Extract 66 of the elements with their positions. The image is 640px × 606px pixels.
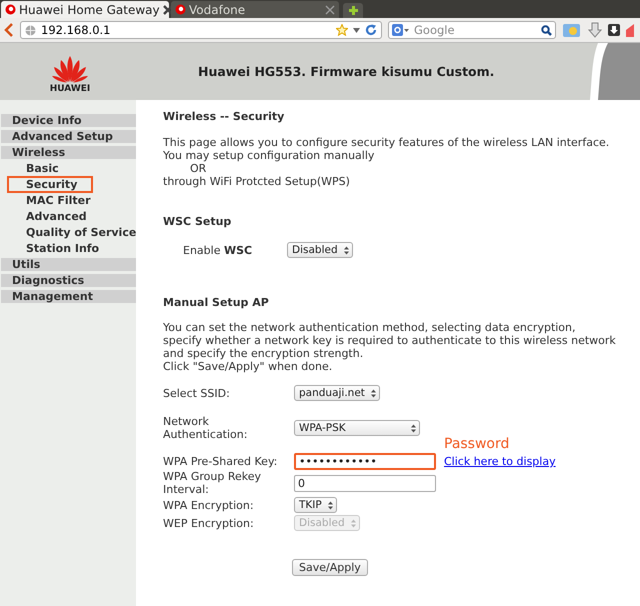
search-engine-icon[interactable]: [392, 24, 410, 36]
browser-tab[interactable]: Vodafone: [171, 1, 339, 18]
search-field[interactable]: Google: [388, 21, 556, 39]
reload-icon[interactable]: [365, 24, 377, 36]
field-label: Select SSID:: [163, 386, 231, 400]
description-text: specify whether a network key is required to authenticate to this wireless network: [163, 334, 617, 347]
star-icon[interactable]: [336, 24, 348, 36]
field-label: WPA Encryption:: [163, 498, 255, 512]
intro-text: through WiFi Protcted Setup(WPS): [163, 175, 351, 188]
updown-arrows-icon: [350, 518, 356, 528]
sidebar-item[interactable]: Utils: [1, 258, 136, 271]
sidebar-subitem[interactable]: Station Info: [7, 240, 104, 257]
page-header-title: Huawei HG553. Firmware kisumu Custom.: [197, 64, 496, 79]
dropdown[interactable]: TKIP: [294, 497, 337, 513]
dropdown[interactable]: Disabled: [287, 242, 353, 258]
browser-tab[interactable]: Huawei Home Gateway: [1, 1, 169, 18]
section-title: Manual Setup AP: [163, 296, 270, 310]
field-label: WPA Group Rekey Interval:: [163, 470, 262, 496]
address-bar[interactable]: 192.168.0.1: [20, 21, 382, 39]
dropdown[interactable]: WPA-PSK: [294, 420, 420, 436]
sidebar-subitem[interactable]: MAC Filter: [7, 192, 95, 209]
field-label: Enable WSC: [183, 244, 254, 256]
description-text: Click "Save/Apply" when done.: [163, 360, 334, 373]
intro-text: You may setup configuration manually: [163, 149, 376, 162]
sidebar-item[interactable]: Management: [1, 290, 136, 303]
updown-arrows-icon: [370, 388, 376, 398]
intro-text: OR: [189, 162, 208, 175]
sidebar-item[interactable]: Wireless: [1, 146, 136, 159]
plus-icon: [348, 5, 358, 16]
field-label: Network Authentication:: [163, 415, 248, 441]
new-tab-button[interactable]: [343, 3, 363, 18]
updown-arrows-icon: [344, 246, 349, 254]
description-text: You can set the network authentication method, selecting data encryption,: [163, 321, 577, 334]
download-icon[interactable]: [608, 24, 620, 36]
save-apply-button[interactable]: Save/Apply: [292, 559, 368, 576]
back-icon[interactable]: [4, 23, 14, 37]
display-link[interactable]: Click here to display: [444, 455, 556, 468]
annotation-text: Password: [444, 436, 510, 452]
field-label: WEP Encryption:: [163, 516, 255, 530]
field-label: WPA Pre-Shared Key:: [163, 455, 278, 468]
sidebar-item[interactable]: Advanced Setup: [1, 130, 136, 143]
sidebar-item[interactable]: Diagnostics: [1, 274, 136, 287]
sidebar-subitem[interactable]: Advanced: [7, 208, 91, 225]
address-text: 192.168.0.1: [41, 23, 112, 37]
search-icon[interactable]: [541, 24, 552, 36]
page-title: Wireless -- Security: [163, 110, 286, 124]
password-field[interactable]: ••••••••••••: [294, 453, 436, 470]
input-field[interactable]: 0: [294, 474, 436, 492]
close-icon[interactable]: [162, 4, 173, 14]
sidebar-subitem[interactable]: Quality of Service: [7, 224, 136, 241]
favicon-icon: [175, 4, 186, 15]
globe-icon: [25, 24, 36, 36]
logo-icon: [51, 55, 89, 83]
updown-arrows-icon: [328, 500, 333, 510]
search-input[interactable]: Google: [414, 23, 537, 37]
favicon-icon: [5, 4, 16, 15]
dropdown[interactable]: panduaji.net: [294, 385, 380, 401]
dropdown-icon[interactable]: [353, 28, 360, 32]
sidebar-subitem[interactable]: Basic: [7, 160, 63, 177]
intro-text: This page allows you to configure security features of the wireless LAN interface.: [163, 136, 610, 149]
section-title: WSC Setup: [163, 215, 232, 229]
updown-arrows-icon: [411, 424, 416, 432]
sidebar-subitem[interactable]: Security: [7, 176, 94, 193]
sidebar-item[interactable]: Device Info: [1, 114, 136, 127]
description-text: and specify the encryption strength.: [163, 347, 364, 360]
logo-text: HUAWEI: [50, 84, 90, 94]
